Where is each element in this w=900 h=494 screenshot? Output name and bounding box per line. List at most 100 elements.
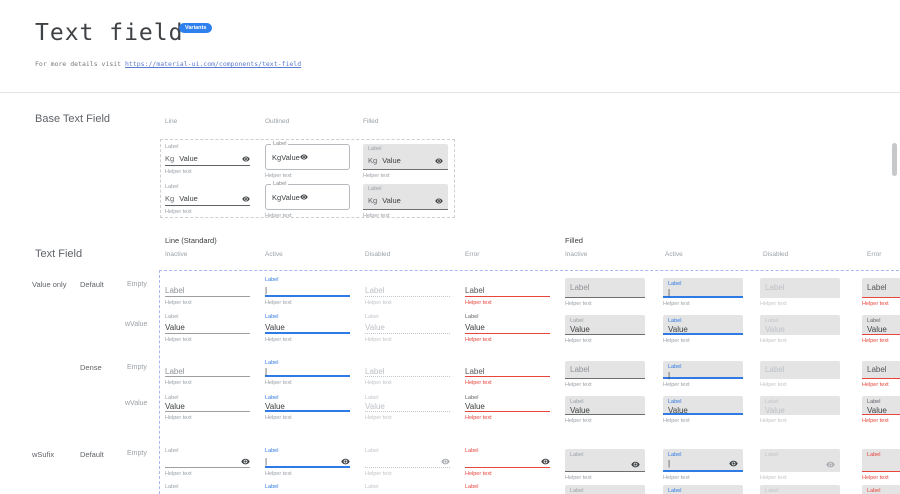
field-label: Label	[465, 447, 550, 456]
text-field-line-active-wvalue[interactable]: LabelValueHelper text	[265, 313, 350, 343]
eye-icon[interactable]	[241, 457, 250, 466]
text-field-line-active-empty-dense[interactable]: Label|Helper text	[265, 359, 350, 386]
text-field-filled-active-wvalue-dense[interactable]: LabelValueHelper text	[663, 396, 743, 424]
field-value: Value	[765, 406, 785, 415]
text-field-line-disabled-empty-wsufix[interactable]: LabelHelper text	[365, 447, 450, 477]
field-helper: Helper text	[565, 475, 645, 481]
text-field-line-inactive-wvalue-dense[interactable]: LabelValueHelper text	[165, 394, 250, 421]
field-helper: Helper text	[862, 301, 900, 307]
eye-icon[interactable]	[341, 457, 350, 466]
text-field-line-active-empty-wsufix[interactable]: Label|Helper text	[265, 447, 350, 477]
scrollbar-thumb[interactable]	[892, 143, 897, 176]
text-field-filled-error-wvalue-dense[interactable]: LabelValueHelper text	[862, 396, 900, 424]
base-outlined-field[interactable]: LabelKgValueHelper text	[265, 144, 350, 179]
text-field-filled-error-wvalue[interactable]: LabelValueHelper text	[862, 315, 900, 344]
text-field-filled-disabled-empty[interactable]: LabelHelper text	[760, 278, 840, 307]
text-field-filled-inactive-wvalue[interactable]: LabelValueHelper text	[565, 315, 645, 344]
field-helper: Helper text	[465, 337, 550, 343]
field-label-placeholder: Label	[165, 286, 185, 295]
text-field-filled-disabled-wvalue-wsufix[interactable]: LabelValueHelper text	[760, 485, 840, 494]
text-field-filled-inactive-wvalue-dense[interactable]: LabelValueHelper text	[565, 396, 645, 424]
base-outlined-field[interactable]: LabelKgValueHelper text	[265, 184, 350, 219]
field-helper: Helper text	[165, 337, 250, 343]
text-field-filled-error-empty[interactable]: LabelHelper text	[862, 278, 900, 307]
text-field-filled-disabled-wvalue-dense[interactable]: LabelValueHelper text	[760, 396, 840, 424]
eye-icon[interactable]	[631, 460, 640, 469]
base-col-filled: Filled	[363, 118, 379, 125]
text-field-filled-active-wvalue[interactable]: LabelValueHelper text	[663, 315, 743, 344]
text-field-line-inactive-wvalue-wsufix[interactable]: LabelValueHelper text	[165, 483, 250, 494]
base-line-field[interactable]: LabelKgValueHelper text	[165, 144, 250, 175]
divider	[0, 92, 900, 93]
text-field-filled-active-empty-wsufix[interactable]: Label|Helper text	[663, 449, 743, 481]
text-field-filled-inactive-empty-dense[interactable]: LabelHelper text	[565, 361, 645, 388]
field-label-placeholder: Label	[365, 286, 385, 295]
text-field-line-error-empty-dense[interactable]: LabelHelper text	[465, 359, 550, 386]
field-label-placeholder: Label	[765, 365, 785, 374]
field-value: Value	[570, 406, 590, 415]
text-field-filled-disabled-empty-dense[interactable]: LabelHelper text	[760, 361, 840, 388]
base-filled-field[interactable]: LabelKgValueHelper text	[363, 144, 448, 179]
text-field-filled-error-empty-wsufix[interactable]: LabelHelper text	[862, 449, 900, 481]
text-field-line-disabled-wvalue-dense[interactable]: LabelValueHelper text	[365, 394, 450, 421]
eye-icon[interactable]	[242, 195, 250, 203]
field-label: Label	[365, 394, 450, 402]
text-field-filled-inactive-empty-wsufix[interactable]: LabelHelper text	[565, 449, 645, 481]
eye-icon[interactable]	[729, 459, 738, 468]
text-field-filled-active-empty-dense[interactable]: Label|Helper text	[663, 361, 743, 388]
text-field-line-error-wvalue[interactable]: LabelValueHelper text	[465, 313, 550, 343]
text-field-line-active-empty[interactable]: Label|Helper text	[265, 276, 350, 306]
state-head-filled-disabled: Disabled	[763, 251, 788, 258]
text-field-line-inactive-empty-wsufix[interactable]: LabelHelper text	[165, 447, 250, 477]
base-line-field[interactable]: LabelKgValueHelper text	[165, 184, 250, 215]
text-field-filled-disabled-empty-wsufix[interactable]: LabelHelper text	[760, 449, 840, 481]
text-field-filled-active-empty[interactable]: Label|Helper text	[663, 278, 743, 307]
variants-badge[interactable]: Variants	[179, 23, 212, 33]
field-prefix: Kg	[272, 153, 281, 162]
text-field-filled-inactive-empty[interactable]: LabelHelper text	[565, 278, 645, 307]
field-helper: Helper text	[565, 418, 645, 424]
group-filled: Filled	[565, 236, 583, 245]
text-field-line-inactive-empty[interactable]: LabelHelper text	[165, 276, 250, 306]
eye-icon[interactable]	[541, 457, 550, 466]
field-label: Label	[165, 184, 250, 192]
row-wvalue-2: wValue	[125, 400, 147, 407]
eye-icon[interactable]	[435, 157, 443, 165]
docs-link[interactable]: https://material-ui.com/components/text-…	[125, 60, 301, 68]
text-field-line-disabled-empty[interactable]: LabelHelper text	[365, 276, 450, 306]
field-label-placeholder: Label	[365, 367, 385, 376]
text-field-line-inactive-empty-dense[interactable]: LabelHelper text	[165, 359, 250, 386]
text-field-filled-error-wvalue-wsufix[interactable]: LabelValueHelper text	[862, 485, 900, 494]
field-label-placeholder: Label	[765, 283, 785, 292]
text-field-line-disabled-wvalue[interactable]: LabelValueHelper text	[365, 313, 450, 343]
text-field-line-active-wvalue-dense[interactable]: LabelValueHelper text	[265, 394, 350, 421]
eye-icon[interactable]	[441, 457, 450, 466]
text-field-filled-error-empty-dense[interactable]: LabelHelper text	[862, 361, 900, 388]
eye-icon[interactable]	[300, 193, 308, 201]
base-filled-field[interactable]: LabelKgValueHelper text	[363, 184, 448, 219]
field-helper: Helper text	[265, 213, 350, 219]
text-field-line-active-wvalue-wsufix[interactable]: LabelValueHelper text	[265, 483, 350, 494]
eye-icon[interactable]	[435, 197, 443, 205]
field-label: Label	[668, 280, 738, 288]
field-label: Label	[368, 186, 443, 194]
text-field-line-error-wvalue-dense[interactable]: LabelValueHelper text	[465, 394, 550, 421]
eye-icon[interactable]	[300, 153, 308, 161]
text-field-line-inactive-wvalue[interactable]: LabelValueHelper text	[165, 313, 250, 343]
text-field-filled-disabled-wvalue[interactable]: LabelValueHelper text	[760, 315, 840, 344]
field-value: Value	[165, 402, 185, 411]
text-field-line-disabled-wvalue-wsufix[interactable]: LabelValueHelper text	[365, 483, 450, 494]
text-field-line-error-wvalue-wsufix[interactable]: LabelValueHelper text	[465, 483, 550, 494]
field-label: Label	[668, 363, 738, 371]
field-helper: Helper text	[760, 338, 840, 344]
text-field-line-error-empty-wsufix[interactable]: LabelHelper text	[465, 447, 550, 477]
text-field-filled-active-wvalue-wsufix[interactable]: LabelValueHelper text	[663, 485, 743, 494]
text-field-line-error-empty[interactable]: LabelHelper text	[465, 276, 550, 306]
eye-icon[interactable]	[242, 155, 250, 163]
field-helper: Helper text	[663, 382, 743, 388]
text-field-filled-inactive-wvalue-wsufix[interactable]: LabelValueHelper text	[565, 485, 645, 494]
density-default-1: Default	[80, 280, 104, 289]
eye-icon[interactable]	[826, 460, 835, 469]
field-helper: Helper text	[862, 418, 900, 424]
text-field-line-disabled-empty-dense[interactable]: LabelHelper text	[365, 359, 450, 386]
